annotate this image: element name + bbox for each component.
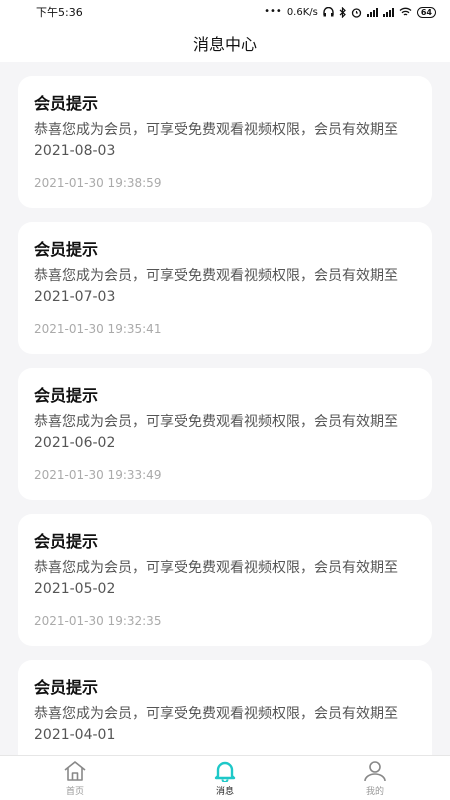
- message-card[interactable]: 会员提示 恭喜您成为会员，可享受免费观看视频权限，会员有效期至2021-04-0…: [18, 660, 432, 755]
- tab-home-label: 首页: [65, 786, 84, 797]
- signal-icon: [366, 7, 378, 17]
- message-time: 2021-01-30 19:35:41: [34, 322, 162, 336]
- message-title: 会员提示: [34, 386, 99, 405]
- message-time: 2021-01-30 19:38:59: [34, 176, 162, 190]
- message-body: 恭喜您成为会员，可享受免费观看视频权限，会员有效期至2021-07-03: [34, 268, 398, 305]
- message-title: 会员提示: [34, 678, 99, 697]
- message-title: 会员提示: [34, 240, 99, 259]
- message-body: 恭喜您成为会员，可享受免费观看视频权限，会员有效期至2021-05-02: [34, 560, 398, 597]
- message-title: 会员提示: [34, 94, 99, 113]
- tab-messages[interactable]: 消息: [150, 760, 300, 797]
- page-title: 消息中心: [192, 35, 257, 54]
- message-body: 恭喜您成为会员，可享受免费观看视频权限，会员有效期至2021-08-03: [34, 122, 398, 159]
- alarm-icon: [351, 7, 362, 18]
- bell-icon: [212, 760, 238, 782]
- page-title-bar: 消息中心: [0, 24, 450, 62]
- message-card[interactable]: 会员提示 恭喜您成为会员，可享受免费观看视频权限，会员有效期至2021-07-0…: [18, 222, 432, 354]
- home-icon: [62, 760, 88, 782]
- tab-profile[interactable]: 我的: [300, 760, 450, 797]
- battery-icon: 64: [416, 6, 436, 18]
- tab-profile-label: 我的: [365, 786, 384, 797]
- message-body: 恭喜您成为会员，可享受免费观看视频权限，会员有效期至2021-04-01: [34, 706, 398, 743]
- bluetooth-icon: [339, 6, 346, 18]
- message-title: 会员提示: [34, 532, 99, 551]
- user-icon: [362, 760, 388, 782]
- message-body: 恭喜您成为会员，可享受免费观看视频权限，会员有效期至2021-06-02: [34, 414, 398, 451]
- headphone-icon: [323, 7, 334, 17]
- message-time: 2021-01-30 19:33:49: [34, 468, 162, 482]
- tab-messages-label: 消息: [215, 786, 234, 797]
- status-time: 下午5:36: [36, 6, 83, 19]
- message-card[interactable]: 会员提示 恭喜您成为会员，可享受免费观看视频权限，会员有效期至2021-08-0…: [18, 76, 432, 208]
- status-icons: ••• 0.6K/s 64: [264, 6, 436, 18]
- message-list[interactable]: 会员提示 恭喜您成为会员，可享受免费观看视频权限，会员有效期至2021-08-0…: [0, 62, 450, 755]
- network-speed: 0.6K/s: [286, 6, 318, 18]
- dots-icon: •••: [264, 6, 282, 17]
- wifi-icon: [399, 7, 412, 17]
- message-time: 2021-01-30 19:32:35: [34, 614, 162, 628]
- signal-icon-2: [382, 7, 394, 17]
- tab-home[interactable]: 首页: [0, 760, 150, 797]
- message-card[interactable]: 会员提示 恭喜您成为会员，可享受免费观看视频权限，会员有效期至2021-06-0…: [18, 368, 432, 500]
- status-bar: 下午5:36 ••• 0.6K/s 64: [0, 0, 450, 24]
- bottom-tab-bar: 首页 消息 我的: [0, 755, 450, 800]
- message-card[interactable]: 会员提示 恭喜您成为会员，可享受免费观看视频权限，会员有效期至2021-05-0…: [18, 514, 432, 646]
